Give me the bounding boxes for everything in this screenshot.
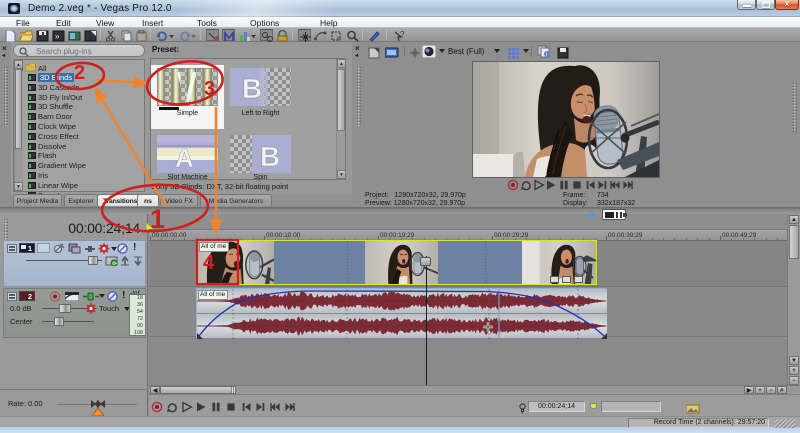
svg-text:i: i [546,52,547,58]
svg-text:»: » [55,32,60,41]
svg-text:⟳: ⟳ [112,261,117,266]
svg-text:?: ? [400,30,405,39]
svg-text:B: B [260,141,280,172]
svg-text:B: B [242,73,262,104]
